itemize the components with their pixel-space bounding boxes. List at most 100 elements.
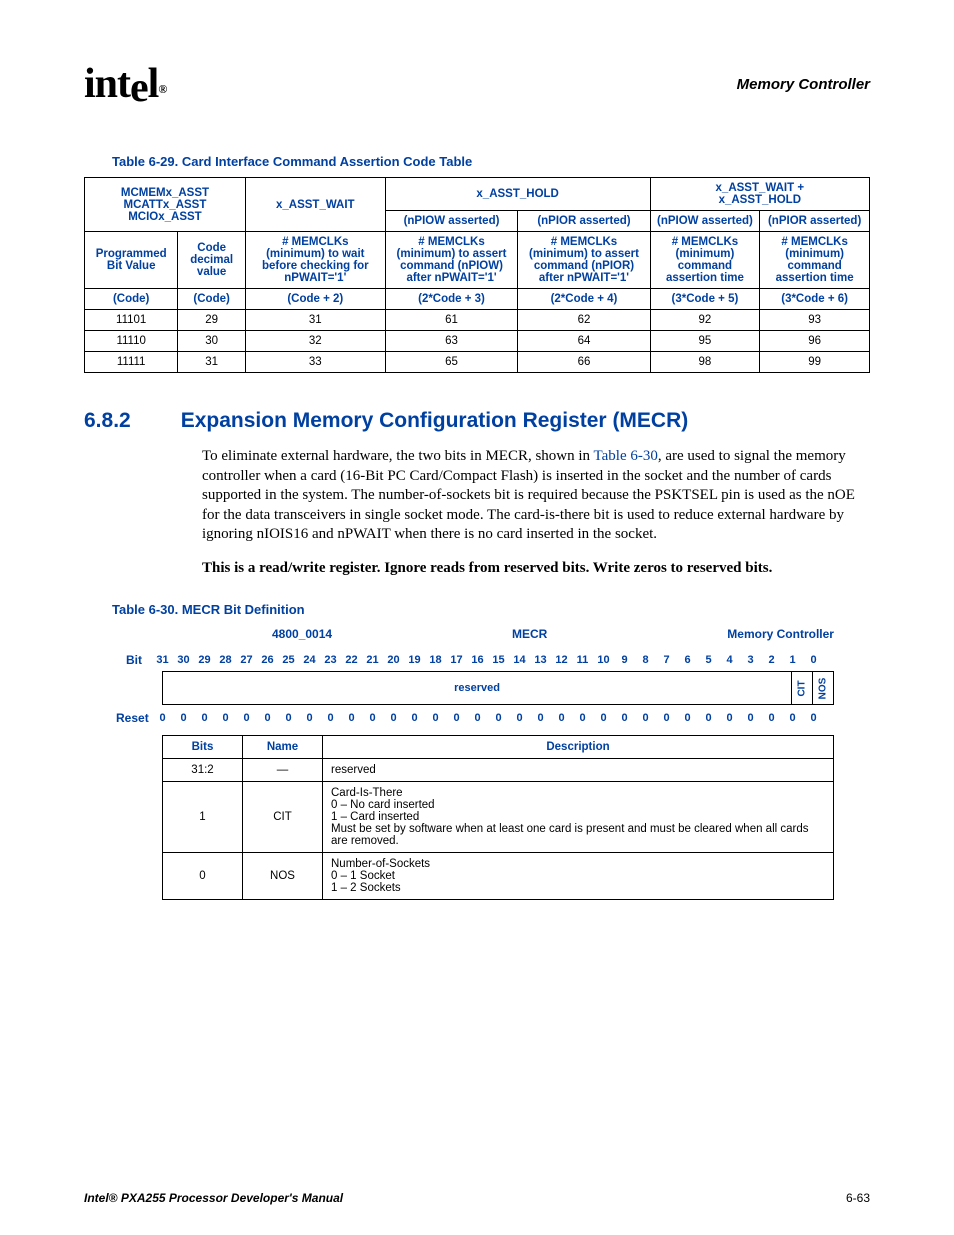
bit-label: Bit <box>116 653 152 667</box>
reset-value: 0 <box>782 707 803 729</box>
reset-value: 0 <box>383 707 404 729</box>
reset-value: 0 <box>362 707 383 729</box>
reset-value: 0 <box>635 707 656 729</box>
t629-formula-4: (2*Code + 4) <box>518 289 650 310</box>
bit-number: 16 <box>467 649 488 671</box>
section-6-8-2-heading: 6.8.2 Expansion Memory Configuration Reg… <box>84 409 870 433</box>
paragraph-1: To eliminate external hardware, the two … <box>202 447 870 545</box>
bit-number: 23 <box>320 649 341 671</box>
t629-formula-6: (3*Code + 6) <box>760 289 870 310</box>
intel-logo: intel® <box>84 60 166 108</box>
page-number: 6-63 <box>846 1191 870 1205</box>
table-row: 11111313365669899 <box>85 352 870 373</box>
reset-value: 0 <box>677 707 698 729</box>
reset-row: Reset 00000000000000000000000000000000 <box>116 707 870 729</box>
field-layout-row: reserved CIT NOS <box>162 671 870 705</box>
table-6-30-link[interactable]: Table 6-30 <box>594 448 658 464</box>
bit-number: 18 <box>425 649 446 671</box>
bit-number: 10 <box>593 649 614 671</box>
section-name: Memory Controller <box>737 76 870 93</box>
reset-value: 0 <box>404 707 425 729</box>
bit-number: 20 <box>383 649 404 671</box>
reset-value: 0 <box>488 707 509 729</box>
bit-number: 26 <box>257 649 278 671</box>
desc-h-desc: Description <box>323 736 834 759</box>
bit-number: 3 <box>740 649 761 671</box>
desc-h-name: Name <box>243 736 323 759</box>
reset-value: 0 <box>215 707 236 729</box>
bit-number: 8 <box>635 649 656 671</box>
bit-number: 7 <box>656 649 677 671</box>
t629-formula-3: (2*Code + 3) <box>385 289 518 310</box>
desc-row-cit: 1 CIT Card-Is-There 0 – No card inserted… <box>163 782 834 853</box>
t629-hcol3: # MEMCLKs (minimum) to wait before check… <box>245 232 385 289</box>
register-meta: 4800_0014 MECR Memory Controller <box>202 627 870 641</box>
field-reserved: reserved <box>162 671 792 705</box>
register-address: 4800_0014 <box>272 627 332 641</box>
bit-number: 22 <box>341 649 362 671</box>
reset-value: 0 <box>236 707 257 729</box>
reset-value: 0 <box>467 707 488 729</box>
table-row: 11101293161629293 <box>85 310 870 331</box>
bit-number: 13 <box>530 649 551 671</box>
desc-h-bits: Bits <box>163 736 243 759</box>
reset-value: 0 <box>614 707 635 729</box>
t629-hcol5: # MEMCLKs (minimum) to assert command (n… <box>518 232 650 289</box>
reset-value: 0 <box>719 707 740 729</box>
bit-table: Bit 313029282726252423222120191817161514… <box>116 649 870 900</box>
t629-formula-5: (3*Code + 5) <box>650 289 760 310</box>
bit-number: 19 <box>404 649 425 671</box>
reset-value: 0 <box>593 707 614 729</box>
bit-number: 27 <box>236 649 257 671</box>
section-title: Expansion Memory Configuration Register … <box>181 409 689 433</box>
bit-number: 11 <box>572 649 593 671</box>
table-6-29-caption: Table 6-29. Card Interface Command Asser… <box>112 154 870 169</box>
reset-label: Reset <box>116 711 152 725</box>
section-number: 6.8.2 <box>84 409 131 433</box>
field-nos: NOS <box>813 671 834 705</box>
page: intel® Memory Controller Table 6-29. Car… <box>0 0 954 1235</box>
bit-number: 6 <box>677 649 698 671</box>
reset-value: 0 <box>698 707 719 729</box>
reset-value: 0 <box>173 707 194 729</box>
register-owner: Memory Controller <box>727 627 834 641</box>
footer-title: Intel® PXA255 Processor Developer's Manu… <box>84 1191 343 1205</box>
reset-value: 0 <box>152 707 173 729</box>
reset-value: 0 <box>803 707 824 729</box>
t629-hcol4: # MEMCLKs (minimum) to assert command (n… <box>385 232 518 289</box>
t629-sub-npiow-2: (nPIOW asserted) <box>650 211 760 232</box>
reset-value: 0 <box>509 707 530 729</box>
reset-value: 0 <box>341 707 362 729</box>
reset-value: 0 <box>194 707 215 729</box>
bit-number: 31 <box>152 649 173 671</box>
bit-number: 14 <box>509 649 530 671</box>
paragraph-2: This is a read/write register. Ignore re… <box>202 559 870 579</box>
reset-value: 0 <box>257 707 278 729</box>
bit-number: 28 <box>215 649 236 671</box>
reset-value: 0 <box>656 707 677 729</box>
reset-value: 0 <box>551 707 572 729</box>
t629-formula-1: (Code) <box>178 289 246 310</box>
t629-formula-2: (Code + 2) <box>245 289 385 310</box>
t629-sub-npior-2: (nPIOR asserted) <box>760 211 870 232</box>
page-footer: Intel® PXA255 Processor Developer's Manu… <box>84 1191 870 1205</box>
reset-value: 0 <box>572 707 593 729</box>
t629-grp2: x_ASST_WAIT <box>245 178 385 232</box>
t629-hcol6: # MEMCLKs (minimum) command assertion ti… <box>650 232 760 289</box>
reset-value: 0 <box>740 707 761 729</box>
reset-value: 0 <box>761 707 782 729</box>
t629-hcol1: Programmed Bit Value <box>85 232 178 289</box>
bit-number: 5 <box>698 649 719 671</box>
t629-grp4: x_ASST_WAIT + x_ASST_HOLD <box>650 178 869 211</box>
t629-grp1: MCMEMx_ASST MCATTx_ASST MCIOx_ASST <box>85 178 246 232</box>
bit-number: 25 <box>278 649 299 671</box>
desc-row-nos: 0 NOS Number-of-Sockets 0 – 1 Socket 1 –… <box>163 853 834 900</box>
bit-number: 29 <box>194 649 215 671</box>
t629-grp3: x_ASST_HOLD <box>385 178 650 211</box>
reset-value: 0 <box>299 707 320 729</box>
bit-number: 17 <box>446 649 467 671</box>
bit-number: 2 <box>761 649 782 671</box>
bit-number: 9 <box>614 649 635 671</box>
reset-value: 0 <box>446 707 467 729</box>
reset-value: 0 <box>425 707 446 729</box>
